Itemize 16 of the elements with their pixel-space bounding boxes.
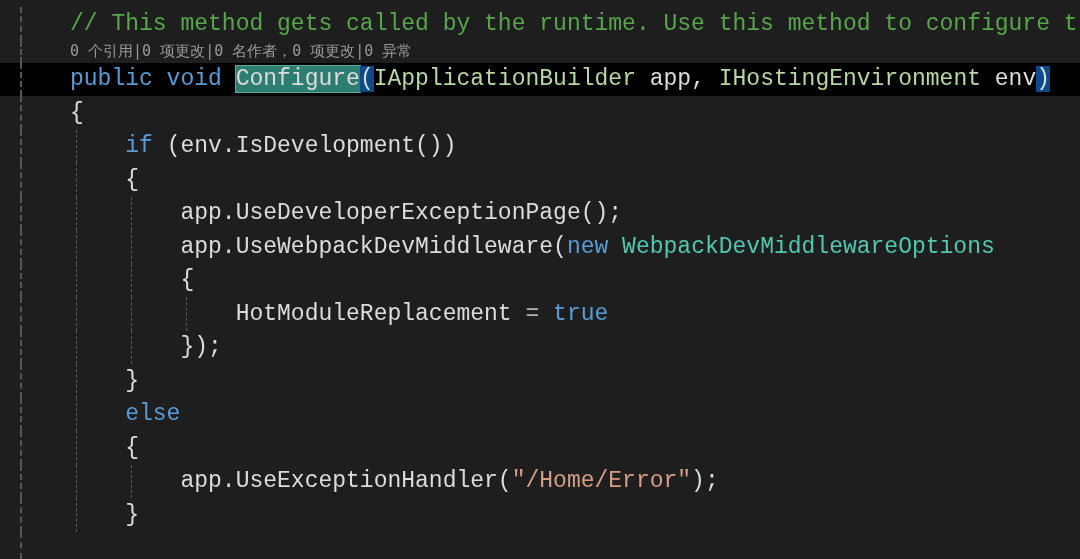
code-line: { <box>62 431 139 465</box>
code-line: } <box>62 364 139 398</box>
code-line: // This method gets called by the runtime. Use this method to configure t <box>69 9 1078 39</box>
code-lens-info[interactable]: 0 个引用|0 项更改|0 名作者，0 项更改|0 异常 <box>62 40 413 63</box>
code-line: { <box>69 98 84 128</box>
code-line: { <box>62 263 195 297</box>
code-line: { <box>62 163 139 197</box>
code-line: else <box>62 397 181 431</box>
code-line: if (env.IsDevelopment()) <box>62 129 457 163</box>
code-line: public void Configure(IApplicationBuilder app, IHostingEnvironment env) <box>69 65 1051 95</box>
code-line: HotModuleReplacement = true <box>62 297 609 331</box>
code-line: app.UseExceptionHandler("/Home/Error"); <box>62 464 719 498</box>
code-line: } <box>62 498 139 532</box>
code-line: }); <box>62 330 222 364</box>
code-line: app.UseWebpackDevMiddleware(new WebpackDevMiddlewareOptions <box>62 230 995 264</box>
code-line: app.UseDeveloperExceptionPage(); <box>62 196 623 230</box>
